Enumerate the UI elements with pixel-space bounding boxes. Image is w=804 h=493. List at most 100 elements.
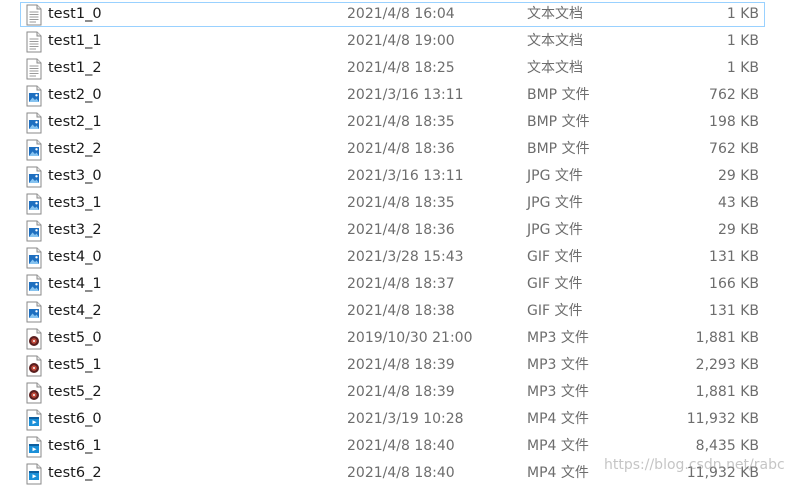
image-file-icon <box>25 84 43 108</box>
image-file-icon <box>25 138 43 162</box>
file-size: 166 KB <box>709 276 759 292</box>
file-size: 198 KB <box>709 114 759 130</box>
file-row[interactable]: test2_1 2021/4/8 18:35 BMP 文件 198 KB <box>20 110 765 135</box>
file-row[interactable]: test5_1 2021/4/8 18:39 MP3 文件 2,293 KB <box>20 353 765 378</box>
file-date-modified: 2021/4/8 16:04 <box>347 6 455 22</box>
file-list: test1_0 2021/4/8 16:04 文本文档 1 KB test1_1 2021… <box>0 0 804 486</box>
file-name: test2_0 <box>48 87 102 103</box>
file-name: test1_0 <box>48 6 102 22</box>
file-name: test5_1 <box>48 357 102 373</box>
image-file-icon <box>25 246 43 270</box>
image-file-icon <box>25 219 43 243</box>
file-date-modified: 2021/3/16 13:11 <box>347 87 464 103</box>
file-name: test4_1 <box>48 276 102 292</box>
file-type: JPG 文件 <box>527 168 583 184</box>
file-name: test1_1 <box>48 33 102 49</box>
file-type: JPG 文件 <box>527 195 583 211</box>
file-date-modified: 2021/4/8 18:39 <box>347 384 455 400</box>
file-type: 文本文档 <box>527 6 583 22</box>
image-file-icon <box>25 192 43 216</box>
file-type: MP4 文件 <box>527 465 589 481</box>
file-size: 43 KB <box>717 195 759 211</box>
file-size: 11,932 KB <box>686 465 759 481</box>
file-size: 1 KB <box>726 33 759 49</box>
file-row[interactable]: test5_0 2019/10/30 21:00 MP3 文件 1,881 KB <box>20 326 765 351</box>
file-date-modified: 2021/4/8 18:40 <box>347 465 455 481</box>
file-date-modified: 2021/3/28 15:43 <box>347 249 464 265</box>
text-file-icon <box>25 30 43 54</box>
file-name: test6_0 <box>48 411 102 427</box>
file-size: 11,932 KB <box>686 411 759 427</box>
audio-file-icon <box>25 354 43 378</box>
file-row[interactable]: test3_1 2021/4/8 18:35 JPG 文件 43 KB <box>20 191 765 216</box>
file-row[interactable]: test4_0 2021/3/28 15:43 GIF 文件 131 KB <box>20 245 765 270</box>
file-type: MP4 文件 <box>527 411 589 427</box>
file-row[interactable]: test2_0 2021/3/16 13:11 BMP 文件 762 KB <box>20 83 765 108</box>
file-row[interactable]: test5_2 2021/4/8 18:39 MP3 文件 1,881 KB <box>20 380 765 405</box>
video-file-icon <box>25 408 43 432</box>
text-file-icon <box>25 3 43 27</box>
file-row[interactable]: test6_0 2021/3/19 10:28 MP4 文件 11,932 KB <box>20 407 765 432</box>
file-date-modified: 2021/3/19 10:28 <box>347 411 464 427</box>
file-type: BMP 文件 <box>527 87 590 103</box>
file-type: GIF 文件 <box>527 276 583 292</box>
file-size: 762 KB <box>709 141 759 157</box>
file-name: test6_2 <box>48 465 102 481</box>
file-type: MP4 文件 <box>527 438 589 454</box>
file-type: JPG 文件 <box>527 222 583 238</box>
file-row[interactable]: test1_0 2021/4/8 16:04 文本文档 1 KB <box>20 2 765 27</box>
file-name: test3_0 <box>48 168 102 184</box>
file-size: 1 KB <box>726 60 759 76</box>
file-row[interactable]: test3_0 2021/3/16 13:11 JPG 文件 29 KB <box>20 164 765 189</box>
file-name: test2_1 <box>48 114 102 130</box>
file-type: MP3 文件 <box>527 384 589 400</box>
video-file-icon <box>25 435 43 459</box>
file-date-modified: 2021/3/16 13:11 <box>347 168 464 184</box>
file-name: test1_2 <box>48 60 102 76</box>
file-date-modified: 2021/4/8 18:40 <box>347 438 455 454</box>
image-file-icon <box>25 300 43 324</box>
file-name: test3_2 <box>48 222 102 238</box>
file-type: 文本文档 <box>527 60 583 76</box>
file-date-modified: 2021/4/8 18:35 <box>347 195 455 211</box>
file-name: test5_2 <box>48 384 102 400</box>
file-type: MP3 文件 <box>527 330 589 346</box>
image-file-icon <box>25 165 43 189</box>
image-file-icon <box>25 111 43 135</box>
file-size: 1,881 KB <box>695 330 759 346</box>
audio-file-icon <box>25 327 43 351</box>
file-date-modified: 2021/4/8 19:00 <box>347 33 455 49</box>
file-date-modified: 2021/4/8 18:35 <box>347 114 455 130</box>
file-row[interactable]: test2_2 2021/4/8 18:36 BMP 文件 762 KB <box>20 137 765 162</box>
file-name: test4_2 <box>48 303 102 319</box>
file-type: GIF 文件 <box>527 249 583 265</box>
file-name: test5_0 <box>48 330 102 346</box>
file-row[interactable]: test4_2 2021/4/8 18:38 GIF 文件 131 KB <box>20 299 765 324</box>
audio-file-icon <box>25 381 43 405</box>
file-date-modified: 2021/4/8 18:36 <box>347 141 455 157</box>
file-size: 131 KB <box>709 249 759 265</box>
text-file-icon <box>25 57 43 81</box>
file-date-modified: 2021/4/8 18:39 <box>347 357 455 373</box>
file-size: 1 KB <box>726 6 759 22</box>
file-size: 762 KB <box>709 87 759 103</box>
file-type: MP3 文件 <box>527 357 589 373</box>
file-date-modified: 2021/4/8 18:37 <box>347 276 455 292</box>
file-type: BMP 文件 <box>527 141 590 157</box>
file-type: 文本文档 <box>527 33 583 49</box>
file-row[interactable]: test6_1 2021/4/8 18:40 MP4 文件 8,435 KB <box>20 434 765 459</box>
file-row[interactable]: test1_2 2021/4/8 18:25 文本文档 1 KB <box>20 56 765 81</box>
file-name: test6_1 <box>48 438 102 454</box>
file-date-modified: 2021/4/8 18:25 <box>347 60 455 76</box>
file-size: 8,435 KB <box>695 438 759 454</box>
file-size: 29 KB <box>717 222 759 238</box>
file-size: 1,881 KB <box>695 384 759 400</box>
file-row[interactable]: test4_1 2021/4/8 18:37 GIF 文件 166 KB <box>20 272 765 297</box>
file-type: BMP 文件 <box>527 114 590 130</box>
file-date-modified: 2021/4/8 18:38 <box>347 303 455 319</box>
file-row[interactable]: test1_1 2021/4/8 19:00 文本文档 1 KB <box>20 29 765 54</box>
file-date-modified: 2021/4/8 18:36 <box>347 222 455 238</box>
file-size: 2,293 KB <box>695 357 759 373</box>
file-row[interactable]: test3_2 2021/4/8 18:36 JPG 文件 29 KB <box>20 218 765 243</box>
file-row[interactable]: test6_2 2021/4/8 18:40 MP4 文件 11,932 KB <box>20 461 765 486</box>
